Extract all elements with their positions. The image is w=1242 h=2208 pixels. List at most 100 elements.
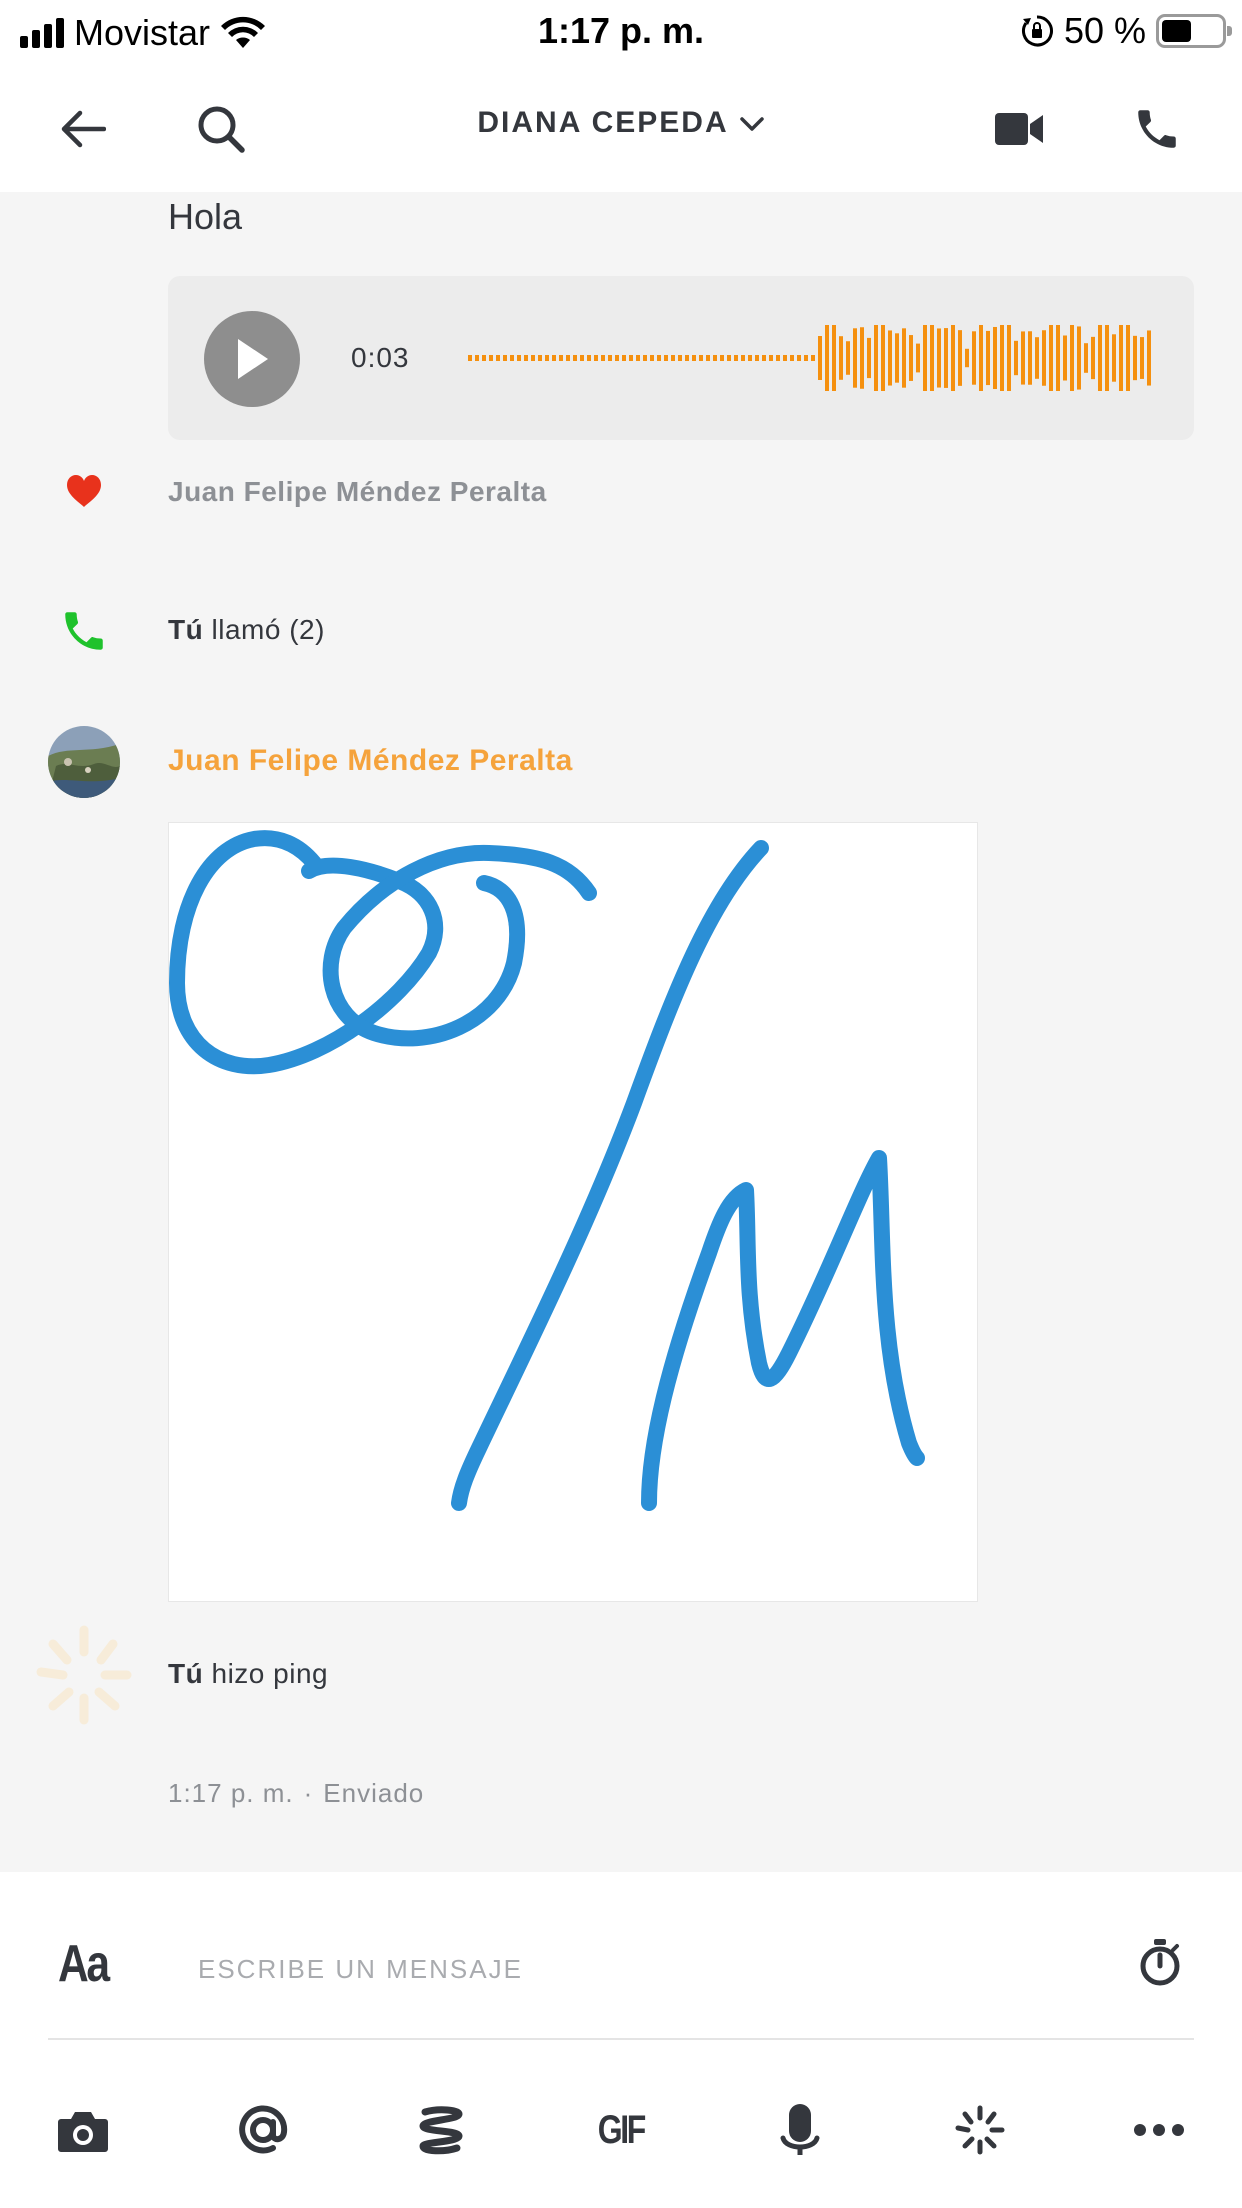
video-call-icon[interactable] — [986, 96, 1052, 162]
ping-text: hizo ping — [211, 1658, 329, 1689]
waveform-bar — [853, 328, 857, 388]
separator-dot: · — [303, 1778, 314, 1808]
waveform-bar — [1105, 325, 1109, 391]
waveform-bar — [587, 355, 591, 361]
caller-name: Tú — [168, 614, 204, 645]
composer: Aa GIF — [0, 1872, 1242, 2208]
waveform-bar — [1070, 325, 1074, 391]
waveform-bar — [804, 355, 808, 361]
waveform-bar — [573, 355, 577, 361]
mention-icon[interactable] — [227, 2094, 299, 2166]
status-bar: Movistar 1:17 p. m. 50 % — [0, 0, 1242, 66]
waveform-bar — [930, 325, 934, 391]
waveform-bar — [832, 325, 836, 391]
waveform-bar — [1000, 325, 1004, 391]
chevron-down-icon — [739, 117, 764, 131]
conversation-title-button[interactable]: DIANA CEPEDA — [0, 106, 1242, 140]
waveform-bar — [650, 355, 654, 361]
battery-percentage: 50 % — [1063, 10, 1146, 51]
waveform-bar — [895, 333, 899, 383]
waveform-bar — [965, 348, 969, 368]
audio-duration: 0:03 — [351, 342, 410, 373]
waveform-bar — [867, 337, 871, 379]
waveform-bar — [811, 355, 815, 361]
phone-call-icon[interactable] — [1124, 96, 1190, 162]
play-button[interactable] — [204, 311, 300, 407]
waveform-bar — [552, 355, 556, 361]
waveform-bar — [1140, 337, 1144, 379]
waveform-bar — [1028, 331, 1032, 385]
sender-name[interactable]: Juan Felipe Méndez Peralta — [168, 744, 573, 778]
waveform-bar — [1056, 325, 1060, 391]
waveform-bar — [734, 355, 738, 361]
waveform-bar — [979, 325, 983, 391]
waveform-bar — [1091, 336, 1095, 380]
heart-icon — [44, 474, 124, 508]
waveform-bar — [874, 325, 878, 391]
waveform-bar — [727, 355, 731, 361]
ping-button-icon[interactable] — [944, 2094, 1016, 2166]
conversation-header: DIANA CEPEDA — [0, 66, 1242, 192]
more-icon[interactable] — [1123, 2094, 1195, 2166]
waveform-bar — [713, 355, 717, 361]
waveform-bar — [1021, 331, 1025, 385]
waveform-bar — [636, 355, 640, 361]
ping-actor: Tú — [168, 1658, 204, 1689]
timer-icon[interactable] — [1130, 1932, 1190, 1992]
audio-message: 0:03 — [168, 276, 1194, 440]
waveform-bar — [951, 325, 955, 391]
waveform-bar — [783, 355, 787, 361]
waveform-bar — [685, 355, 689, 361]
waveform-bar — [755, 355, 759, 361]
audio-waveform[interactable] — [468, 306, 1158, 410]
waveform-bar — [608, 355, 612, 361]
waveform-bar — [748, 355, 752, 361]
camera-icon[interactable] — [47, 2094, 119, 2166]
microphone-icon[interactable] — [764, 2094, 836, 2166]
waveform-bar — [741, 355, 745, 361]
waveform-bar — [860, 327, 864, 389]
waveform-bar — [580, 355, 584, 361]
format-button[interactable]: Aa — [58, 1934, 110, 1994]
waveform-bar — [657, 355, 661, 361]
call-text: llamó (2) — [211, 614, 325, 645]
delivery-status: Enviado — [323, 1778, 425, 1808]
sketch-image[interactable] — [168, 822, 978, 1602]
waveform-bar — [846, 341, 850, 375]
message-input[interactable] — [198, 1944, 1098, 1994]
waveform-bar — [909, 335, 913, 381]
waveform-bar — [538, 355, 542, 361]
waveform-bar — [531, 355, 535, 361]
waveform-bar — [468, 355, 472, 361]
waveform-bar — [776, 355, 780, 361]
battery-icon — [1156, 14, 1232, 48]
waveform-bar — [482, 355, 486, 361]
waveform-bar — [671, 355, 675, 361]
waveform-bar — [1007, 325, 1011, 391]
sketch-icon[interactable] — [405, 2094, 477, 2166]
gif-button[interactable]: GIF — [585, 2094, 657, 2166]
waveform-bar — [797, 355, 801, 361]
waveform-bar — [1126, 325, 1130, 391]
waveform-bar — [503, 355, 507, 361]
waveform-bar — [937, 328, 941, 388]
message-time: 1:17 p. m. — [168, 1778, 294, 1808]
waveform-bar — [489, 355, 493, 361]
waveform-bar — [923, 325, 927, 391]
waveform-bar — [1147, 330, 1151, 386]
waveform-bar — [559, 355, 563, 361]
waveform-bar — [762, 355, 766, 361]
waveform-bar — [601, 355, 605, 361]
waveform-bar — [769, 355, 773, 361]
phone-icon — [44, 606, 124, 656]
waveform-bar — [706, 355, 710, 361]
waveform-bar — [993, 326, 997, 390]
waveform-bar — [825, 325, 829, 391]
ping-icon — [28, 1620, 140, 1730]
waveform-bar — [1077, 326, 1081, 390]
waveform-bar — [1049, 325, 1053, 391]
avatar[interactable] — [48, 726, 120, 798]
message-list[interactable]: Hola 0:03 Juan Felipe Méndez Peralta Tú … — [0, 192, 1242, 1872]
waveform-bar — [1014, 340, 1018, 376]
waveform-bar — [972, 331, 976, 385]
